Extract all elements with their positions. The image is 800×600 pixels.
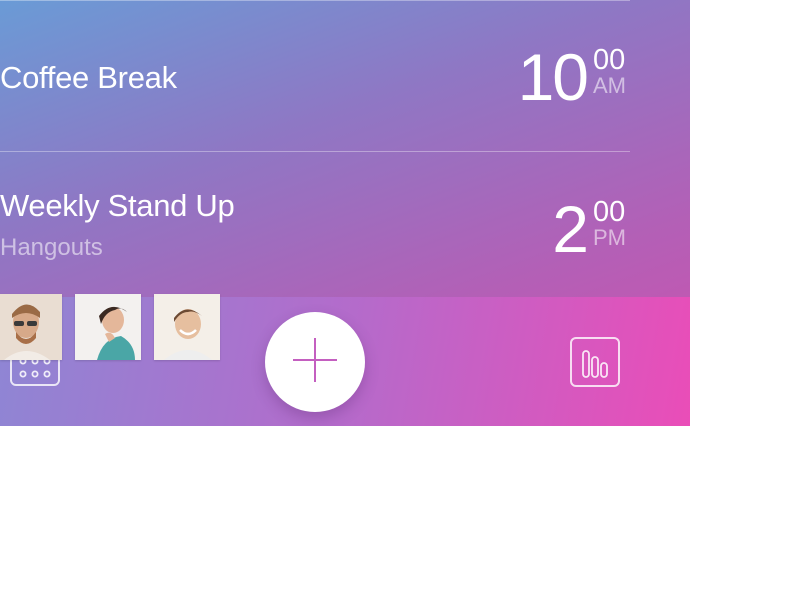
time-period: PM [593, 225, 626, 250]
time-period: AM [593, 73, 626, 98]
event-item-coffee-break[interactable]: Coffee Break 10 00 AM [0, 0, 630, 151]
bar-chart-icon [570, 337, 622, 393]
event-time: 10 00 AM [518, 44, 626, 110]
time-minutes: 00 [593, 196, 626, 228]
event-item-weekly-standup[interactable]: Weekly Stand Up Hangouts 2 00 PM [0, 152, 630, 296]
avatar-attendee-1[interactable] [0, 294, 62, 360]
stats-button[interactable] [570, 337, 622, 394]
attendee-avatars [0, 294, 233, 360]
event-title: Weekly Stand Up [0, 188, 235, 223]
plus-icon [291, 336, 339, 389]
time-minutes: 00 [593, 44, 626, 76]
avatar-attendee-3[interactable] [154, 294, 220, 360]
event-title: Coffee Break [0, 60, 177, 95]
time-hour: 10 [517, 40, 589, 114]
event-subtitle: Hangouts [0, 234, 103, 261]
add-event-button[interactable] [265, 312, 365, 412]
avatar-attendee-2[interactable] [75, 294, 141, 360]
event-time: 2 00 PM [552, 196, 626, 262]
schedule-app: Coffee Break 10 00 AM Weekly Stand Up Ha… [0, 0, 690, 426]
time-hour: 2 [552, 192, 589, 266]
